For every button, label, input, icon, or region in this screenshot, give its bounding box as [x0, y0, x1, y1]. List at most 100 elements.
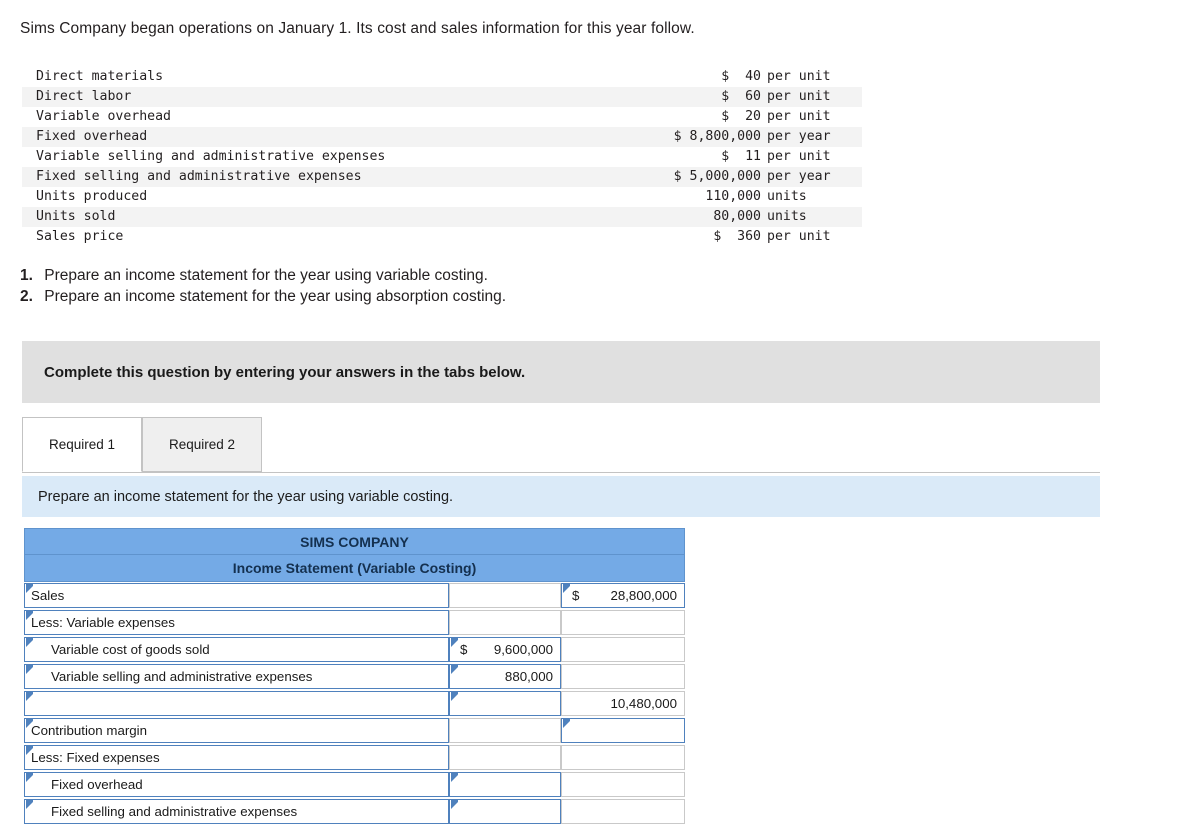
- statement-mid-cell[interactable]: 880,000: [449, 663, 561, 690]
- cost-facts-label: Units produced: [36, 189, 148, 204]
- statement-right-cell: [561, 744, 685, 771]
- cost-facts-label: Direct materials: [36, 69, 164, 84]
- cost-facts-table: Direct materials $ 40 per unit Direct labor…: [22, 67, 862, 247]
- cost-facts-row: Units sold 80,000 units: [22, 207, 862, 227]
- cost-facts-amount: $ 8,800,000: [673, 129, 761, 144]
- statement-label-cell[interactable]: Variable cost of goods sold: [24, 636, 449, 663]
- cell-marker-icon: [26, 611, 33, 620]
- statement-right-cell: [561, 663, 685, 690]
- instruction-banner-text: Complete this question by entering your …: [44, 363, 526, 381]
- statement-label-text: Less: Variable expenses: [31, 615, 175, 630]
- statement-subtitle: Income Statement (Variable Costing): [24, 555, 685, 582]
- cost-facts-amount: $ 11: [721, 149, 761, 164]
- cell-marker-icon: [451, 665, 458, 674]
- tab-required-2-label: Required 2: [168, 437, 236, 452]
- cost-facts-row: Direct labor $ 60 per unit: [22, 87, 862, 107]
- cost-facts-unit: units: [767, 189, 807, 204]
- cost-facts-unit: per unit: [767, 89, 831, 104]
- requirement-item: 1. Prepare an income statement for the y…: [20, 265, 506, 286]
- statement-label-cell[interactable]: Less: Variable expenses: [24, 609, 449, 636]
- tab-required-1[interactable]: Required 1: [22, 417, 142, 472]
- cell-marker-icon: [451, 773, 458, 782]
- cost-facts-label: Variable overhead: [36, 109, 171, 124]
- cell-marker-icon: [26, 773, 33, 782]
- cost-facts-label: Sales price: [36, 229, 124, 244]
- statement-right-cell: 10,480,000: [561, 690, 685, 717]
- cell-marker-icon: [26, 665, 33, 674]
- tab-required-2[interactable]: Required 2: [142, 417, 262, 472]
- tab-prompt-text: Prepare an income statement for the year…: [38, 488, 454, 505]
- statement-right-value: 10,480,000: [610, 696, 677, 711]
- cost-facts-unit: per unit: [767, 69, 831, 84]
- currency-symbol: $: [572, 588, 580, 603]
- statement-label-cell[interactable]: Fixed selling and administrative expense…: [24, 798, 449, 825]
- cost-facts-row: Units produced 110,000 units: [22, 187, 862, 207]
- statement-label-cell[interactable]: Contribution margin: [24, 717, 449, 744]
- cost-facts-label: Units sold: [36, 209, 116, 224]
- cost-facts-row: Variable overhead $ 20 per unit: [22, 107, 862, 127]
- statement-label-cell[interactable]: Less: Fixed expenses: [24, 744, 449, 771]
- cost-facts-row: Sales price $ 360 per unit: [22, 227, 862, 247]
- statement-label-text: Less: Fixed expenses: [31, 750, 160, 765]
- currency-symbol: $: [460, 642, 468, 657]
- instruction-banner: Complete this question by entering your …: [22, 341, 1100, 403]
- statement-mid-cell: [449, 582, 561, 609]
- tab-required-1-label: Required 1: [48, 437, 116, 452]
- statement-mid-cell[interactable]: [449, 690, 561, 717]
- statement-row: 10,480,000: [24, 690, 685, 717]
- statement-mid-cell[interactable]: [449, 771, 561, 798]
- cost-facts-label: Direct labor: [36, 89, 132, 104]
- statement-mid-cell: [449, 609, 561, 636]
- cost-facts-row: Direct materials $ 40 per unit: [22, 67, 862, 87]
- statement-row: Less: Variable expenses: [24, 609, 685, 636]
- statement-label-cell[interactable]: Sales: [24, 582, 449, 609]
- statement-mid-cell: [449, 717, 561, 744]
- statement-row: Fixed selling and administrative expense…: [24, 798, 685, 825]
- statement-label-text: Fixed selling and administrative expense…: [51, 804, 298, 819]
- statement-mid-cell[interactable]: [449, 798, 561, 825]
- cost-facts-amount: $ 40: [721, 69, 761, 84]
- cost-facts-label: Variable selling and administrative expe…: [36, 149, 386, 164]
- cell-marker-icon: [26, 800, 33, 809]
- statement-label-cell[interactable]: [24, 690, 449, 717]
- cost-facts-body: Direct materials $ 40 per unit Direct labor…: [22, 67, 862, 247]
- cost-facts-amount: $ 20: [721, 109, 761, 124]
- question-intro: Sims Company began operations on January…: [20, 20, 695, 37]
- cost-facts-amount: $ 60: [721, 89, 761, 104]
- currency-amount: 28,800,000: [610, 588, 677, 603]
- cell-marker-icon: [563, 719, 570, 728]
- tab-strip: Required 1 Required 2: [22, 417, 1100, 473]
- statement-label-cell[interactable]: Fixed overhead: [24, 771, 449, 798]
- statement-right-cell[interactable]: $28,800,000: [561, 582, 685, 609]
- cost-facts-unit: per year: [767, 129, 831, 144]
- statement-row: Contribution margin: [24, 717, 685, 744]
- cell-marker-icon: [26, 584, 33, 593]
- statement-mid-cell[interactable]: $9,600,000: [449, 636, 561, 663]
- statement-label-cell[interactable]: Variable selling and administrative expe…: [24, 663, 449, 690]
- income-statement-grid: SIMS COMPANY Income Statement (Variable …: [24, 528, 685, 825]
- requirements-list: 1. Prepare an income statement for the y…: [20, 265, 506, 307]
- requirement-number: 1.: [20, 267, 33, 284]
- cell-marker-icon: [451, 800, 458, 809]
- cost-facts-unit: per year: [767, 169, 831, 184]
- requirement-text: Prepare an income statement for the year…: [44, 288, 507, 305]
- income-statement-body: SIMS COMPANY Income Statement (Variable …: [24, 528, 685, 825]
- cost-facts-unit: per unit: [767, 229, 831, 244]
- cost-facts-label: Fixed overhead: [36, 129, 148, 144]
- statement-label-text: Variable cost of goods sold: [51, 642, 210, 657]
- statement-right-cell[interactable]: [561, 717, 685, 744]
- cost-facts-amount: 110,000: [705, 189, 761, 204]
- cost-facts-label: Fixed selling and administrative expense…: [36, 169, 362, 184]
- statement-subtitle-row: Income Statement (Variable Costing): [24, 555, 685, 582]
- statement-right-cell: [561, 798, 685, 825]
- requirement-text: Prepare an income statement for the year…: [44, 267, 488, 284]
- cost-facts-row: Variable selling and administrative expe…: [22, 147, 862, 167]
- statement-row: Sales $28,800,000: [24, 582, 685, 609]
- requirement-item: 2. Prepare an income statement for the y…: [20, 286, 506, 307]
- cell-marker-icon: [26, 719, 33, 728]
- cost-facts-unit: per unit: [767, 149, 831, 164]
- cell-marker-icon: [563, 584, 570, 593]
- statement-label-text: Contribution margin: [31, 723, 148, 738]
- statement-row: Less: Fixed expenses: [24, 744, 685, 771]
- statement-right-cell: [561, 609, 685, 636]
